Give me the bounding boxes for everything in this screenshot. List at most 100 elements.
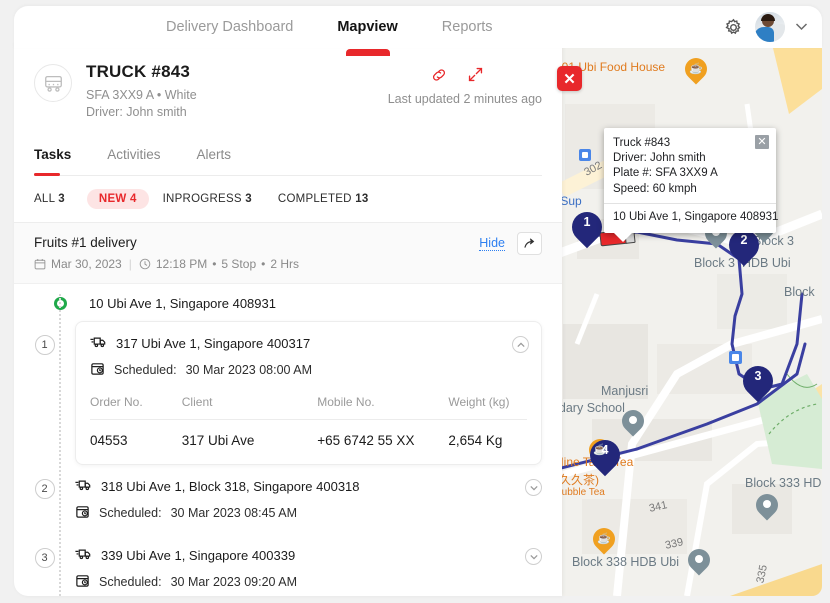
tab-reports[interactable]: Reports: [420, 9, 515, 45]
collapse-chevron-up-icon[interactable]: [512, 336, 529, 353]
task-number-col: 1: [14, 321, 75, 465]
hide-link[interactable]: Hide: [479, 236, 505, 251]
cup-icon: ☕: [689, 63, 703, 75]
chip-completed-count: 13: [355, 193, 369, 205]
cell-mobile-no: +65 6742 55 XX: [317, 433, 415, 448]
map-stop-pin-1[interactable]: 1: [565, 205, 609, 252]
truck-icon: [34, 64, 72, 102]
schedule-calendar-icon: [75, 573, 90, 591]
task-body: 317 Ubi Ave 1, Singapore 400317 Schedule…: [75, 321, 542, 465]
delivery-duration: 2 Hrs: [270, 257, 299, 271]
map-poi-pin-roti[interactable]: ☕: [588, 523, 620, 558]
map-stop-pin-2[interactable]: 2: [722, 223, 766, 270]
tab-mapview-label: Mapview: [337, 19, 398, 35]
delivery-date: Mar 30, 2023: [51, 257, 122, 271]
bullet-2: •: [261, 257, 266, 271]
task-scheduled-value: 30 Mar 2023 09:20 AM: [170, 575, 298, 589]
map-stop-pin-3-number: 3: [754, 369, 762, 383]
task-row[interactable]: 2 318 Ubi Ave 1, Block 318, Singapore 40…: [14, 465, 562, 534]
expand-icon[interactable]: [467, 66, 484, 83]
tab-activities[interactable]: Activities: [107, 139, 160, 175]
task-scheduled-value: 30 Mar 2023 08:45 AM: [170, 506, 298, 520]
task-address: 318 Ubi Ave 1, Block 318, Singapore 4003…: [101, 478, 360, 494]
task-scheduled-line: Scheduled: 30 Mar 2023 08:00 AM: [90, 361, 527, 379]
bullet-1: •: [212, 257, 217, 271]
schedule-calendar-icon: [90, 361, 105, 379]
delivery-title: Fruits #1 delivery: [34, 235, 137, 250]
tab-mapview[interactable]: Mapview: [315, 9, 419, 45]
tab-tasks[interactable]: Tasks: [34, 139, 72, 176]
chip-new[interactable]: NEW 4: [86, 189, 149, 209]
task-number-badge: 3: [34, 548, 55, 568]
cell-client: 317 Ubi Ave: [181, 433, 255, 448]
task-address: 317 Ubi Ave 1, Singapore 400317: [116, 335, 311, 351]
delivery-truck-icon: [90, 334, 107, 352]
popup-address: 10 Ubi Ave 1, Singapore 408931: [604, 202, 778, 233]
tab-reports-label: Reports: [441, 19, 493, 35]
task-scheduled-label: Scheduled:: [114, 363, 177, 377]
calendar-icon: [34, 258, 46, 270]
chip-all[interactable]: ALL 3: [34, 193, 65, 205]
map-poi-pin-food[interactable]: ☕: [680, 53, 712, 88]
task-number-badge: 2: [34, 479, 55, 499]
map-stop-pin-3[interactable]: 3: [736, 359, 780, 406]
panel-tabs: Tasks Activities Alerts: [34, 139, 542, 176]
chevron-down-icon[interactable]: [795, 20, 808, 34]
map-stop-pin-2-number: 2: [740, 233, 748, 247]
task-scheduled-line: Scheduled: 30 Mar 2023 09:20 AM: [75, 573, 542, 591]
status-filter-chips: ALL 3 NEW 4 INPROGRESS 3 COMPLETED 13: [14, 176, 562, 223]
tab-alerts[interactable]: Alerts: [197, 139, 232, 175]
chip-all-label: ALL: [34, 193, 55, 205]
meta-divider: |: [128, 257, 132, 271]
close-icon[interactable]: ✕: [755, 135, 769, 149]
schedule-calendar-icon: [75, 504, 90, 522]
task-body: 339 Ubi Ave 1, Singapore 400339 Schedule…: [75, 534, 542, 596]
delivery-stops: 5 Stop: [221, 257, 257, 271]
delivery-truck-icon: [75, 546, 92, 564]
main-tabs: Delivery Dashboard Mapview Reports: [144, 9, 515, 45]
chip-all-count: 3: [58, 193, 65, 205]
truck-driver: Driver: John smith: [86, 105, 187, 119]
task-timeline: 10 Ubi Ave 1, Singapore 408931 1 317 Ubi…: [14, 284, 562, 596]
chip-completed-label: COMPLETED: [277, 193, 352, 205]
cell-order-no: 04553: [90, 433, 128, 448]
task-number-badge: 1: [34, 335, 55, 355]
map-place-pin-338[interactable]: [683, 544, 715, 579]
delivery-time: 12:18 PM: [155, 257, 208, 271]
expand-chevron-down-icon[interactable]: [525, 479, 542, 496]
map-place-pin-school[interactable]: [617, 405, 649, 440]
expand-chevron-down-icon[interactable]: [525, 548, 542, 565]
top-navigation-bar: Delivery Dashboard Mapview Reports: [14, 6, 822, 48]
chip-inprogress-label: INPROGRESS: [162, 193, 242, 205]
share-icon[interactable]: [517, 232, 542, 255]
order-table-header-row: Order No. Client Mobile No. Weight (kg): [90, 395, 527, 420]
map-canvas[interactable]: 301 Ubi Food House nt Sup 302 Block 3 Bl…: [557, 44, 822, 596]
task-row[interactable]: 3 339 Ubi Ave 1, Singapore 400339 Schedu…: [14, 534, 562, 596]
avatar-hair: [761, 14, 775, 21]
chip-inprogress[interactable]: INPROGRESS 3: [163, 193, 252, 205]
map-place-pin-333[interactable]: [751, 489, 783, 524]
gear-icon[interactable]: [721, 15, 745, 39]
chip-completed[interactable]: COMPLETED 13: [278, 193, 369, 205]
task-address-line: 339 Ubi Ave 1, Singapore 400339: [75, 546, 542, 564]
app-root: Delivery Dashboard Mapview Reports 301 U…: [0, 0, 830, 603]
close-panel-button[interactable]: ✕: [557, 66, 582, 91]
timeline-connector: [59, 294, 61, 596]
task-scheduled-value: 30 Mar 2023 08:00 AM: [185, 363, 313, 377]
task-scheduled-line: Scheduled: 30 Mar 2023 08:45 AM: [75, 504, 542, 522]
tab-tasks-label: Tasks: [34, 147, 72, 162]
avatar[interactable]: [755, 12, 785, 42]
nav-right-controls: [721, 12, 808, 42]
place-pin-dot: [629, 416, 637, 424]
tab-delivery-dashboard[interactable]: Delivery Dashboard: [144, 9, 315, 45]
popup-truck-id: Truck #843: [613, 137, 671, 149]
chip-inprogress-count: 3: [245, 193, 252, 205]
link-icon[interactable]: [431, 67, 447, 83]
chip-new-label: NEW: [98, 193, 127, 205]
map-stop-pin-4[interactable]: 4: [583, 433, 627, 480]
truck-text-block: TRUCK #843 SFA 3XX9 A • White Driver: Jo…: [86, 62, 197, 119]
delivery-truck-icon: [75, 477, 92, 495]
task-row[interactable]: 1 317 Ubi Ave 1, Singapore 400317 Schedu…: [14, 321, 562, 465]
truck-plate-color: SFA 3XX9 A • White: [86, 88, 197, 102]
chip-new-count: 4: [129, 193, 137, 205]
